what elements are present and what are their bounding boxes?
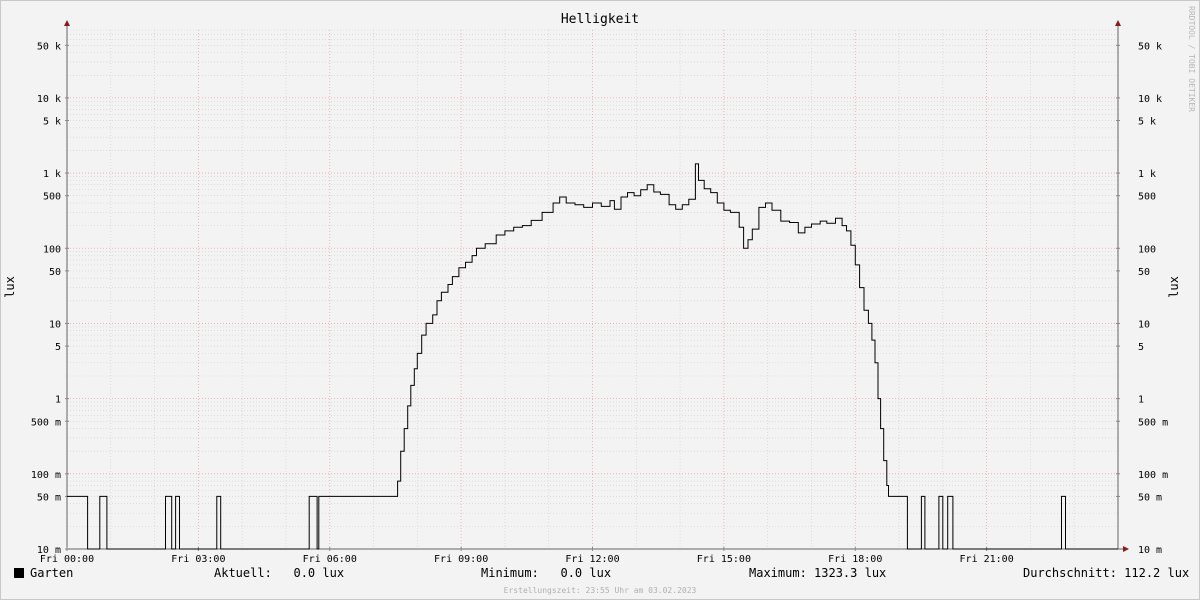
y-axis-arrow-right	[1115, 20, 1121, 26]
chart-title: Helligkeit	[561, 12, 639, 27]
legend-average: Durchschnitt: 112.2 lux	[1023, 566, 1189, 580]
legend-current: Aktuell: 0.0 lux	[214, 566, 344, 580]
y-axis-label-right: lux	[1167, 276, 1181, 298]
y-tick-label-left: 50 k	[37, 41, 61, 52]
y-tick-label-right: 100	[1138, 244, 1156, 255]
legend-current-label: Aktuell:	[214, 566, 272, 580]
y-tick-label-right: 50 k	[1138, 41, 1162, 52]
y-axis-right: 50 k 10 k 5 k 1 k 500 100 50 10 5 1 500 m 100 m 50 m…	[1115, 20, 1168, 556]
chart-grid	[66, 29, 1119, 550]
y-tick-label-left: 100	[43, 244, 61, 255]
y-tick-label-left: 500 m	[31, 417, 61, 428]
x-tick-label: Fri 21:00	[960, 554, 1014, 565]
legend-max-value: 1323.3 lux	[814, 566, 887, 580]
legend-series: Garten	[14, 566, 73, 580]
y-tick-label-right: 10 m	[1138, 545, 1162, 556]
y-tick-label-left: 500	[43, 192, 61, 203]
y-tick-label-left: 50 m	[37, 492, 61, 503]
y-tick-label-left: 10 k	[37, 94, 61, 105]
y-tick-label-right: 50	[1138, 267, 1150, 278]
x-axis-arrow	[1123, 546, 1129, 552]
series-line-garten	[67, 163, 1118, 550]
legend-min-value: 0.0 lux	[560, 566, 612, 580]
x-tick-label: Fri 03:00	[171, 554, 225, 565]
legend-minimum: Minimum: 0.0 lux	[481, 566, 611, 580]
y-tick-label-left: 1	[55, 395, 61, 406]
y-tick-label-right: 50 m	[1138, 492, 1162, 503]
y-tick-label-left: 50	[49, 267, 61, 278]
x-tick-label: Fri 12:00	[565, 554, 619, 565]
y-tick-label-left: 100 m	[31, 470, 61, 481]
legend-min-label: Minimum:	[481, 566, 539, 580]
y-axis-label-left: lux	[3, 276, 17, 298]
y-tick-label-right: 10 k	[1138, 94, 1162, 105]
y-tick-label-right: 500	[1138, 192, 1156, 203]
y-tick-label-right: 100 m	[1138, 470, 1168, 481]
y-tick-label-left: 5	[55, 342, 61, 353]
x-tick-label: Fri 00:00	[40, 554, 94, 565]
y-axis-arrow-left	[64, 20, 70, 26]
y-tick-label-right: 5 k	[1138, 117, 1156, 128]
y-tick-label-left: 1 k	[43, 169, 61, 180]
legend-series-name: Garten	[30, 566, 74, 580]
legend-avg-label: Durchschnitt:	[1023, 566, 1117, 580]
legend-current-value: 0.0 lux	[293, 566, 345, 580]
y-tick-label-right: 5	[1138, 342, 1144, 353]
y-tick-label-right: 1	[1138, 395, 1144, 406]
x-tick-label: Fri 09:00	[434, 554, 488, 565]
y-tick-label-left: 10	[49, 319, 61, 330]
y-tick-label-left: 5 k	[43, 117, 61, 128]
legend-maximum: Maximum: 1323.3 lux	[749, 566, 886, 580]
creation-time: Erstellungszeit: 23:55 Uhr am 03.02.2023	[503, 586, 697, 595]
watermark-text: RRDTOOL / TOBI OETIKER	[1187, 6, 1196, 112]
legend-swatch	[14, 568, 24, 578]
y-tick-label-right: 500 m	[1138, 417, 1168, 428]
x-tick-label: Fri 06:00	[303, 554, 357, 565]
x-tick-label: Fri 15:00	[697, 554, 751, 565]
legend-avg-value: 112.2 lux	[1124, 566, 1190, 580]
y-tick-label-right: 10	[1138, 319, 1150, 330]
brightness-chart: 50 k 10 k 5 k 1 k 500 100 50 10 5 1 500 m 100 m 50 m…	[3, 12, 1181, 565]
legend-max-label: Maximum:	[749, 566, 807, 580]
y-axis-left: 50 k 10 k 5 k 1 k 500 100 50 10 5 1 500 m 100 m 50 m…	[31, 20, 70, 556]
y-tick-label-right: 1 k	[1138, 169, 1156, 180]
x-tick-label: Fri 18:00	[828, 554, 882, 565]
